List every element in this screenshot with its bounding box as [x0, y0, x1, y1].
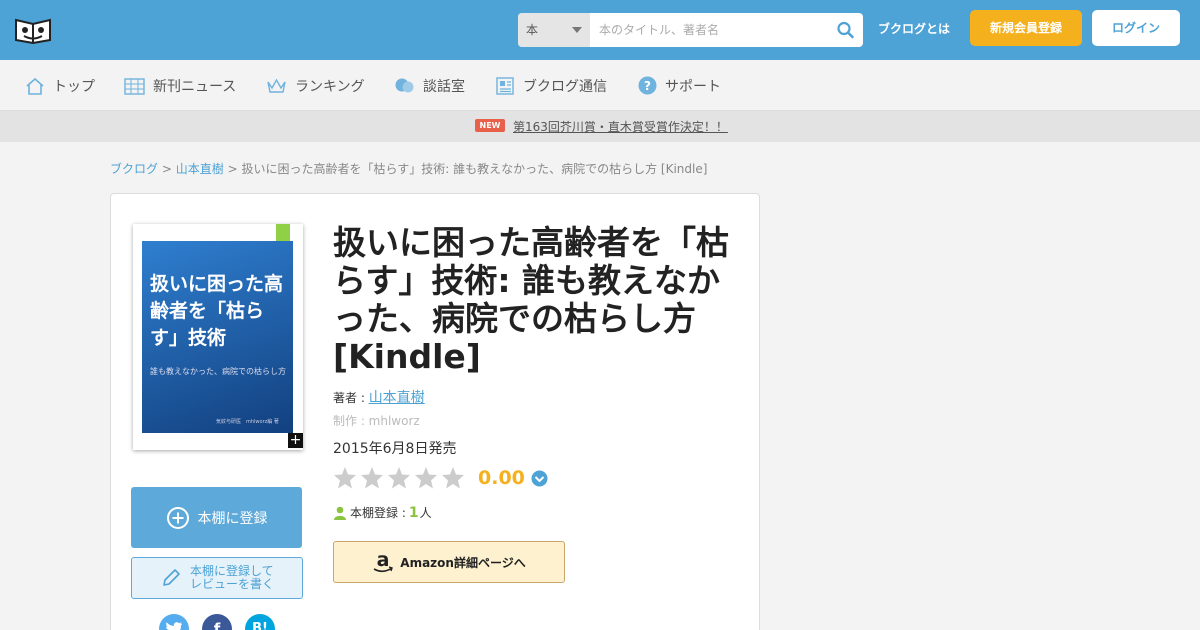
- nav-item-top[interactable]: トップ: [25, 60, 95, 111]
- facebook-share-button[interactable]: f: [202, 614, 232, 630]
- crown-icon: [267, 78, 286, 93]
- search-bar: 本: [518, 13, 863, 47]
- author-link[interactable]: 山本直樹: [369, 390, 425, 406]
- breadcrumb-separator: >: [161, 162, 172, 176]
- calendar-icon: [124, 77, 145, 95]
- breadcrumb-separator: >: [227, 162, 238, 176]
- book-cover[interactable]: 扱いに困った高齢者を「枯らす」技術 誰も教えなかった、病院での枯らし方 気紋与研…: [133, 224, 303, 450]
- breadcrumb: ブクログ > 山本直樹 > 扱いに困った高齢者を「枯らす」技術: 誰も教えなかっ…: [110, 160, 707, 177]
- help-icon: ?: [638, 76, 657, 95]
- nav-item-newsletter[interactable]: ブクログ通信: [495, 60, 607, 111]
- cover-title: 扱いに困った高齢者を「枯らす」技術: [150, 273, 284, 349]
- twitter-icon: [166, 622, 182, 630]
- add-to-shelf-button[interactable]: 本棚に登録: [131, 487, 302, 548]
- search-category-select[interactable]: 本: [518, 13, 590, 47]
- maker-line: 制作 : mhlworz: [333, 414, 420, 428]
- breadcrumb-current: 扱いに困った高齢者を「枯らす」技術: 誰も教えなかった、病院での枯らし方 [Ki…: [241, 162, 708, 176]
- star-empty-icon: [442, 467, 464, 489]
- plus-icon[interactable]: +: [288, 433, 303, 448]
- rating-value: 0.00: [478, 467, 525, 489]
- newspaper-icon: [496, 76, 514, 95]
- book-detail-card: 扱いに困った高齢者を「枯らす」技術 誰も教えなかった、病院での枯らし方 気紋与研…: [110, 193, 760, 630]
- add-to-shelf-label: 本棚に登録: [197, 510, 268, 527]
- shelf-count-prefix: 本棚登録 :: [350, 506, 406, 520]
- rating-stars: 0.00: [333, 466, 548, 490]
- nav-item-label: 談話室: [423, 78, 465, 95]
- amazon-detail-button[interactable]: a Amazon詳細ページへ: [333, 541, 565, 583]
- review-label-line1: 本棚に登録して: [189, 564, 274, 578]
- nav-item-ranking[interactable]: ランキング: [266, 60, 365, 111]
- star-empty-icon: [334, 467, 356, 489]
- chevron-down-circle-icon[interactable]: [531, 470, 548, 487]
- hatena-bookmark-button[interactable]: B!: [245, 614, 275, 630]
- shelf-and-review-button[interactable]: 本棚に登録して レビューを書く: [131, 557, 303, 599]
- cover-publisher: 気紋与研医 mhlworz編 著: [216, 419, 279, 425]
- news-link[interactable]: 第163回芥川賞・直木賞受賞作決定！！: [513, 118, 728, 135]
- home-icon: [26, 77, 44, 95]
- review-label: 本棚に登録して レビューを書く: [190, 565, 274, 591]
- shelf-count-suffix: 人: [419, 506, 432, 520]
- main-nav: トップ 新刊ニュース ランキング 談話室 ブクログ通信 ? サポート: [0, 60, 1200, 111]
- nav-item-label: トップ: [53, 78, 95, 95]
- book-title: 扱いに困った高齢者を「枯らす」技術: 誰も教えなかった、病院での枯らし方 [Ki…: [333, 223, 729, 376]
- svg-text:?: ?: [644, 79, 651, 93]
- pencil-icon: [163, 569, 180, 586]
- new-badge: NEW: [475, 119, 505, 132]
- author-line: 著者 : 山本直樹: [333, 387, 425, 407]
- search-category-label: 本: [526, 23, 539, 37]
- nav-item-label: 新刊ニュース: [153, 78, 237, 95]
- search-icon[interactable]: [835, 20, 857, 40]
- shelf-count: 本棚登録 : 1 人: [333, 504, 432, 521]
- amazon-detail-label: Amazon詳細ページへ: [400, 555, 526, 570]
- twitter-share-button[interactable]: [159, 614, 189, 630]
- nav-item-label: ランキング: [295, 78, 365, 95]
- user-icon: [334, 506, 346, 520]
- nav-item-support[interactable]: ? サポート: [638, 60, 721, 111]
- svg-text:a: a: [377, 550, 390, 571]
- search-input[interactable]: [590, 13, 828, 47]
- breadcrumb-author-link[interactable]: 山本直樹: [176, 162, 224, 176]
- cover-subtitle: 誰も教えなかった、病院での枯らし方: [150, 367, 286, 376]
- signup-button[interactable]: 新規会員登録: [970, 10, 1082, 46]
- facebook-icon: f: [213, 620, 221, 630]
- chevron-down-icon: [572, 27, 582, 33]
- hatena-bookmark-icon: B!: [252, 621, 268, 630]
- shelf-count-value[interactable]: 1: [409, 505, 419, 521]
- star-empty-icon: [415, 467, 437, 489]
- release-date: 2015年6月8日発売: [333, 441, 457, 457]
- nav-item-label: ブクログ通信: [523, 78, 607, 95]
- header: 本 ブクログとは 新規会員登録 ログイン: [0, 0, 1200, 60]
- about-link[interactable]: ブクログとは: [878, 20, 950, 37]
- login-button[interactable]: ログイン: [1092, 10, 1180, 46]
- star-empty-icon: [361, 467, 383, 489]
- booklog-logo-icon[interactable]: [14, 16, 52, 44]
- cover-image: 扱いに困った高齢者を「枯らす」技術 誰も教えなかった、病院での枯らし方 気紋与研…: [142, 241, 293, 433]
- news-bar: NEW 第163回芥川賞・直木賞受賞作決定！！: [0, 111, 1200, 142]
- star-empty-icon: [388, 467, 410, 489]
- review-label-line2: レビューを書く: [189, 577, 274, 591]
- nav-item-label: サポート: [665, 78, 721, 95]
- nav-item-lounge[interactable]: 談話室: [394, 60, 465, 111]
- amazon-icon: a: [373, 550, 394, 573]
- breadcrumb-home-link[interactable]: ブクログ: [110, 162, 158, 176]
- nav-item-new-releases[interactable]: 新刊ニュース: [124, 60, 236, 111]
- plus-circle-icon: [166, 506, 189, 529]
- chat-icon: [395, 78, 414, 92]
- author-prefix: 著者 :: [333, 391, 369, 405]
